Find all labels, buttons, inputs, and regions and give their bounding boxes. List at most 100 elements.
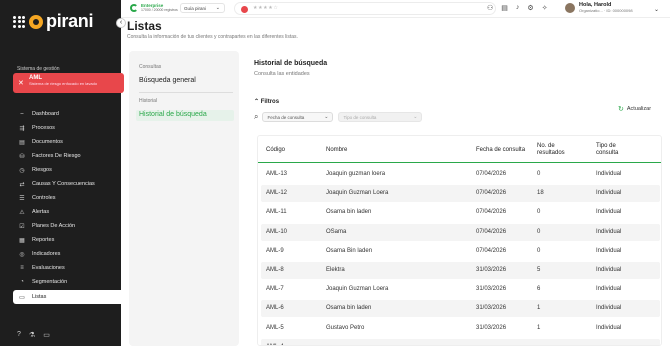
system-section-label: Sistema de gestión bbox=[17, 66, 60, 72]
sidebar-item-label: Evaluaciones bbox=[32, 265, 65, 271]
notes-icon[interactable]: ▤ bbox=[501, 4, 508, 12]
risk-factors-icon: ⛁ bbox=[19, 153, 25, 160]
cell-code: AML-11 bbox=[266, 209, 287, 216]
help-icon[interactable]: ? bbox=[17, 331, 21, 339]
cell-type: Individual bbox=[596, 324, 622, 331]
chevron-down-icon: ⌄ bbox=[654, 7, 660, 13]
system-selector[interactable]: ✕ AML Sistema de riesgo enfocado en lava… bbox=[13, 73, 124, 93]
cell-code: AML-10 bbox=[266, 228, 288, 235]
sidebar-item[interactable]: ⇄ Causas Y Consecuencias bbox=[13, 177, 121, 191]
magic-icon[interactable]: ✧ bbox=[542, 4, 548, 12]
filter-row: ⌕ Fecha de consulta ⌄ Tipo de consulta ⌄ bbox=[254, 112, 423, 122]
cell-date: 07/04/2026 bbox=[476, 190, 507, 197]
cell-results: 0 bbox=[537, 228, 541, 235]
risk-icon: ◷ bbox=[19, 167, 25, 174]
toolbar-icons: ⚇ ▤ ♪ ⚙ ✧ bbox=[487, 4, 548, 12]
sidebar-item-label: Procesos bbox=[32, 125, 55, 131]
cell-code: AML-5 bbox=[266, 324, 284, 331]
subnav-general-search[interactable]: Búsqueda general bbox=[139, 77, 196, 84]
table-row[interactable]: AML-10 OSama 07/04/2026 0 Individual bbox=[261, 223, 660, 241]
cell-results: 5 bbox=[537, 267, 541, 273]
cell-type: Individual bbox=[596, 171, 622, 177]
table-row[interactable]: AML-8 Elektra 31/03/2026 5 Individual bbox=[261, 262, 660, 279]
subnav-search-history[interactable]: Historial de búsqueda bbox=[136, 110, 234, 121]
table-row[interactable]: AML-12 Joaquin Guzman Loera 07/04/2026 18 In… bbox=[261, 185, 660, 203]
cell-type: Individual bbox=[596, 190, 622, 197]
sidebar-menu: ⌣ Dashboard ⇶ Procesos ▤ Documentos ⛁ Factores … bbox=[13, 107, 121, 304]
sidebar-item[interactable]: ◎ Indicadores bbox=[13, 247, 121, 261]
gear-icon[interactable]: ⚙ bbox=[527, 4, 533, 12]
users-icon[interactable]: ⚇ bbox=[487, 4, 493, 12]
filters-toggle[interactable]: ⌃ Filtros bbox=[254, 98, 279, 105]
date-filter-label: Fecha de consulta bbox=[267, 115, 305, 120]
cell-name: Osama Bin laden bbox=[326, 247, 373, 254]
sidebar-item[interactable]: ◷ Riesgos bbox=[13, 163, 121, 177]
sidebar-collapse-button[interactable]: ‹ bbox=[116, 18, 126, 28]
column-results[interactable]: No. de resultados bbox=[537, 143, 575, 157]
table-row[interactable]: AML-6 Osama bin laden 31/03/2026 1 Individua… bbox=[261, 300, 660, 318]
guide-label: Guía pirani bbox=[184, 6, 207, 11]
column-name[interactable]: Nombre bbox=[326, 147, 347, 154]
guide-dropdown[interactable]: Guía pirani ⌄ bbox=[180, 3, 225, 13]
column-code[interactable]: Código bbox=[266, 147, 285, 154]
sidebar-item[interactable]: ☰ Controles bbox=[13, 191, 121, 205]
table-header: Código Nombre Fecha de consulta No. de r… bbox=[258, 136, 661, 163]
bell-icon[interactable]: ♪ bbox=[516, 4, 520, 12]
sidebar-item[interactable]: ◔ Segmentación bbox=[13, 275, 121, 289]
update-button[interactable]: ↻ Actualizar bbox=[618, 105, 651, 113]
sidebar-item[interactable]: ▭ Listas bbox=[13, 290, 121, 304]
date-filter-select[interactable]: Fecha de consulta ⌄ bbox=[262, 112, 334, 122]
segmentation-icon: ◔ bbox=[20, 279, 24, 285]
sidebar-item[interactable]: ▤ Documentos bbox=[13, 135, 121, 149]
indicators-icon: ◎ bbox=[19, 251, 25, 258]
sidebar-item[interactable]: ☑ Planes De Acción bbox=[13, 219, 121, 233]
sidebar-item-label: Indicadores bbox=[32, 251, 61, 257]
user-menu[interactable]: Hola, Harold Organizatio... · ID: 000000… bbox=[565, 2, 659, 13]
chevron-up-icon: ⌃ bbox=[254, 99, 260, 105]
type-filter-label: Tipo de consulta bbox=[343, 115, 377, 120]
table-row[interactable]: AML-4 bbox=[261, 338, 660, 345]
type-filter-select[interactable]: Tipo de consulta ⌄ bbox=[338, 112, 423, 122]
sidebar-item[interactable]: ⌣ Dashboard bbox=[13, 107, 121, 121]
sidebar-item[interactable]: ⛁ Factores De Riesgo bbox=[13, 149, 121, 163]
apps-grid-icon[interactable] bbox=[13, 15, 25, 28]
consultas-label: Consultas bbox=[139, 64, 162, 70]
cell-results: 0 bbox=[537, 171, 541, 177]
table-row[interactable]: AML-11 Osama bin laden 07/04/2026 0 Individu… bbox=[261, 204, 660, 221]
table-row[interactable]: AML-7 Joaquin Guzman Loera 31/03/2026 6 Indi… bbox=[261, 281, 660, 298]
section-title: Historial de búsqueda bbox=[254, 60, 328, 67]
refresh-icon: ↻ bbox=[618, 106, 624, 113]
column-date[interactable]: Fecha de consulta bbox=[476, 147, 525, 154]
lab-icon[interactable]: ⚗ bbox=[29, 331, 35, 339]
cell-code: AML-12 bbox=[266, 190, 288, 197]
sidebar-item[interactable]: ⚠ Alertas bbox=[13, 205, 121, 219]
sidebar-item[interactable]: ≡ Evaluaciones bbox=[13, 261, 121, 275]
cell-date: 07/04/2026 bbox=[476, 247, 507, 254]
table-row[interactable]: AML-5 Gustavo Petro 31/03/2026 1 Individual bbox=[261, 320, 660, 337]
rating-stars[interactable]: ★★★★☆ bbox=[253, 5, 278, 11]
cell-type: Individual bbox=[596, 267, 622, 273]
cell-type: Individual bbox=[596, 305, 622, 312]
evaluations-icon: ≡ bbox=[20, 265, 24, 271]
cell-date: 31/03/2026 bbox=[476, 305, 507, 312]
cell-results: 1 bbox=[537, 324, 541, 331]
sidebar-item[interactable]: ⇶ Procesos bbox=[13, 121, 121, 135]
cell-results: 1 bbox=[537, 305, 541, 312]
cell-date: 07/04/2026 bbox=[476, 209, 507, 216]
billing-icon[interactable]: ▭ bbox=[43, 331, 50, 339]
update-label: Actualizar bbox=[626, 106, 652, 112]
column-type[interactable]: Tipo de consulta bbox=[596, 143, 632, 157]
table-row[interactable]: AML-9 Osama Bin laden 07/04/2026 0 Individua… bbox=[261, 243, 660, 260]
cell-type: Individual bbox=[596, 209, 622, 216]
cell-type: Individual bbox=[596, 286, 622, 293]
table-row[interactable]: AML-13 Joaquin guzman loera 07/04/2026 0 Ind… bbox=[261, 166, 660, 183]
cell-code: AML-7 bbox=[266, 286, 284, 293]
cell-code: AML-8 bbox=[266, 267, 284, 273]
sidebar-footer: ? ⚗ ▭ bbox=[17, 331, 50, 339]
cell-name: Gustavo Petro bbox=[326, 324, 365, 331]
filters-label: Filtros bbox=[260, 99, 280, 105]
rating-bar[interactable]: ★★★★☆ bbox=[234, 2, 496, 15]
brand-logo[interactable]: pirani bbox=[13, 11, 94, 32]
sidebar-item[interactable]: ▦ Reportes bbox=[13, 233, 121, 247]
subnav-divider bbox=[139, 92, 233, 93]
